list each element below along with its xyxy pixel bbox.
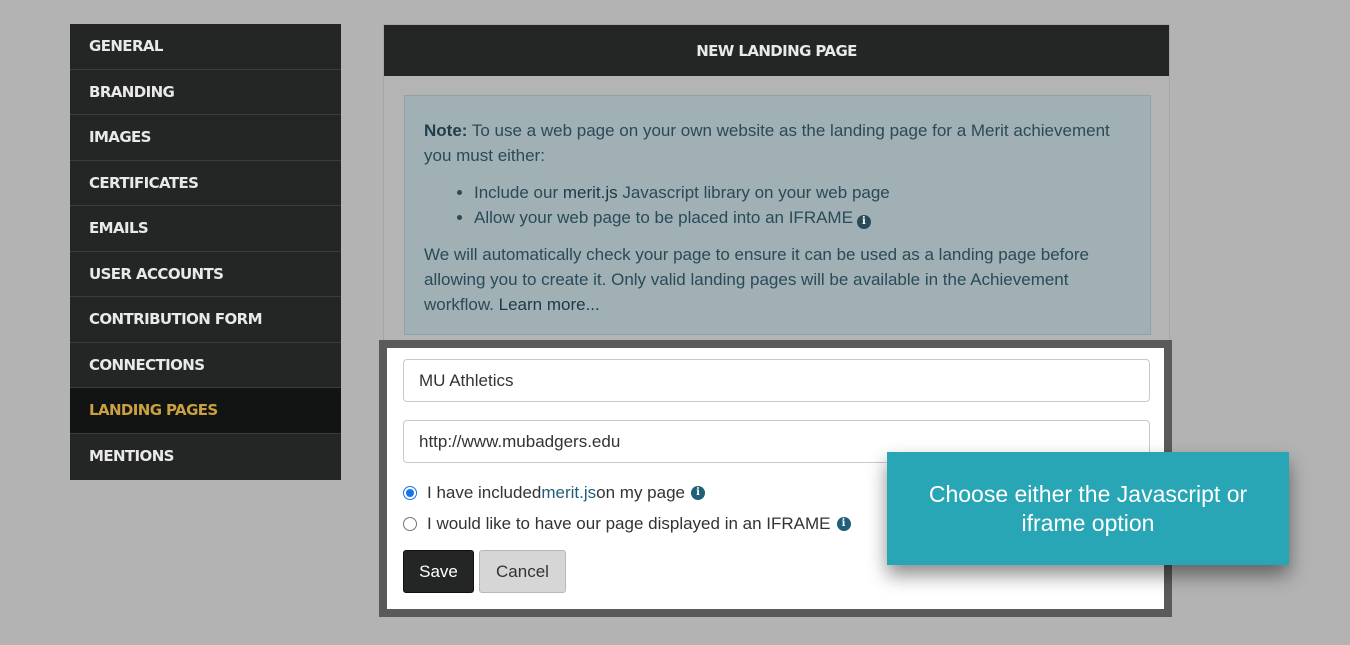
radio-label: I have included [427,483,542,502]
note-intro-text: To use a web page on your own website as… [424,121,1110,165]
info-circle-icon[interactable]: i [836,517,851,531]
sidebar-item-certificates[interactable]: CERTIFICATES [70,161,341,206]
note-label: Note: [424,121,468,140]
note-body: We will automatically check your page to… [424,242,1131,317]
cancel-button[interactable]: Cancel [479,550,566,593]
radio-iframe[interactable] [403,517,417,531]
sidebar-item-general[interactable]: GENERAL [70,24,341,70]
radio-javascript[interactable] [403,486,417,500]
note-intro: Note: To use a web page on your own webs… [424,118,1131,168]
callout-text: Choose either the Javascript or iframe o… [928,480,1248,536]
info-circle-icon[interactable]: i [691,486,705,500]
radio-label: I would like to have our page displayed … [427,514,831,533]
list-item: Allow your web page to be placed into an… [474,205,1131,230]
name-input[interactable] [403,359,1150,402]
merit-js-link[interactable]: merit.js [541,483,596,503]
panel-title: NEW LANDING PAGE [384,25,1169,76]
settings-sidebar: GENERAL BRANDING IMAGES CERTIFICATES EMA… [70,24,341,480]
bullet-text: Javascript library on your web page [617,183,890,202]
sidebar-item-branding[interactable]: BRANDING [70,70,341,115]
save-button[interactable]: Save [403,550,474,593]
radio-option-iframe[interactable]: I would like to have our page displayed … [403,514,851,534]
sidebar-item-user-accounts[interactable]: USER ACCOUNTS [70,252,341,297]
note-requirements-list: Include our merit.js Javascript library … [424,180,1131,230]
merit-js-link[interactable]: merit.js [563,183,618,202]
bullet-text: Include our [474,183,563,202]
sidebar-item-contribution-form[interactable]: CONTRIBUTION FORM [70,297,341,343]
learn-more-link[interactable]: Learn more... [499,295,600,314]
sidebar-item-landing-pages[interactable]: LANDING PAGES [70,388,341,434]
info-circle-icon[interactable]: i [856,215,871,229]
radio-option-javascript[interactable]: I have included merit.js on my page i [403,483,705,503]
sidebar-item-images[interactable]: IMAGES [70,115,341,161]
note-box: Note: To use a web page on your own webs… [404,95,1151,335]
radio-label: on my page [596,483,685,502]
new-landing-page-panel: NEW LANDING PAGE Note: To use a web page… [383,24,1170,344]
sidebar-item-mentions[interactable]: MENTIONS [70,434,341,480]
bullet-text: Allow your web page to be placed into an… [474,208,853,227]
tutorial-callout: Choose either the Javascript or iframe o… [887,452,1289,565]
sidebar-item-connections[interactable]: CONNECTIONS [70,343,341,388]
sidebar-item-emails[interactable]: EMAILS [70,206,341,252]
list-item: Include our merit.js Javascript library … [474,180,1131,205]
